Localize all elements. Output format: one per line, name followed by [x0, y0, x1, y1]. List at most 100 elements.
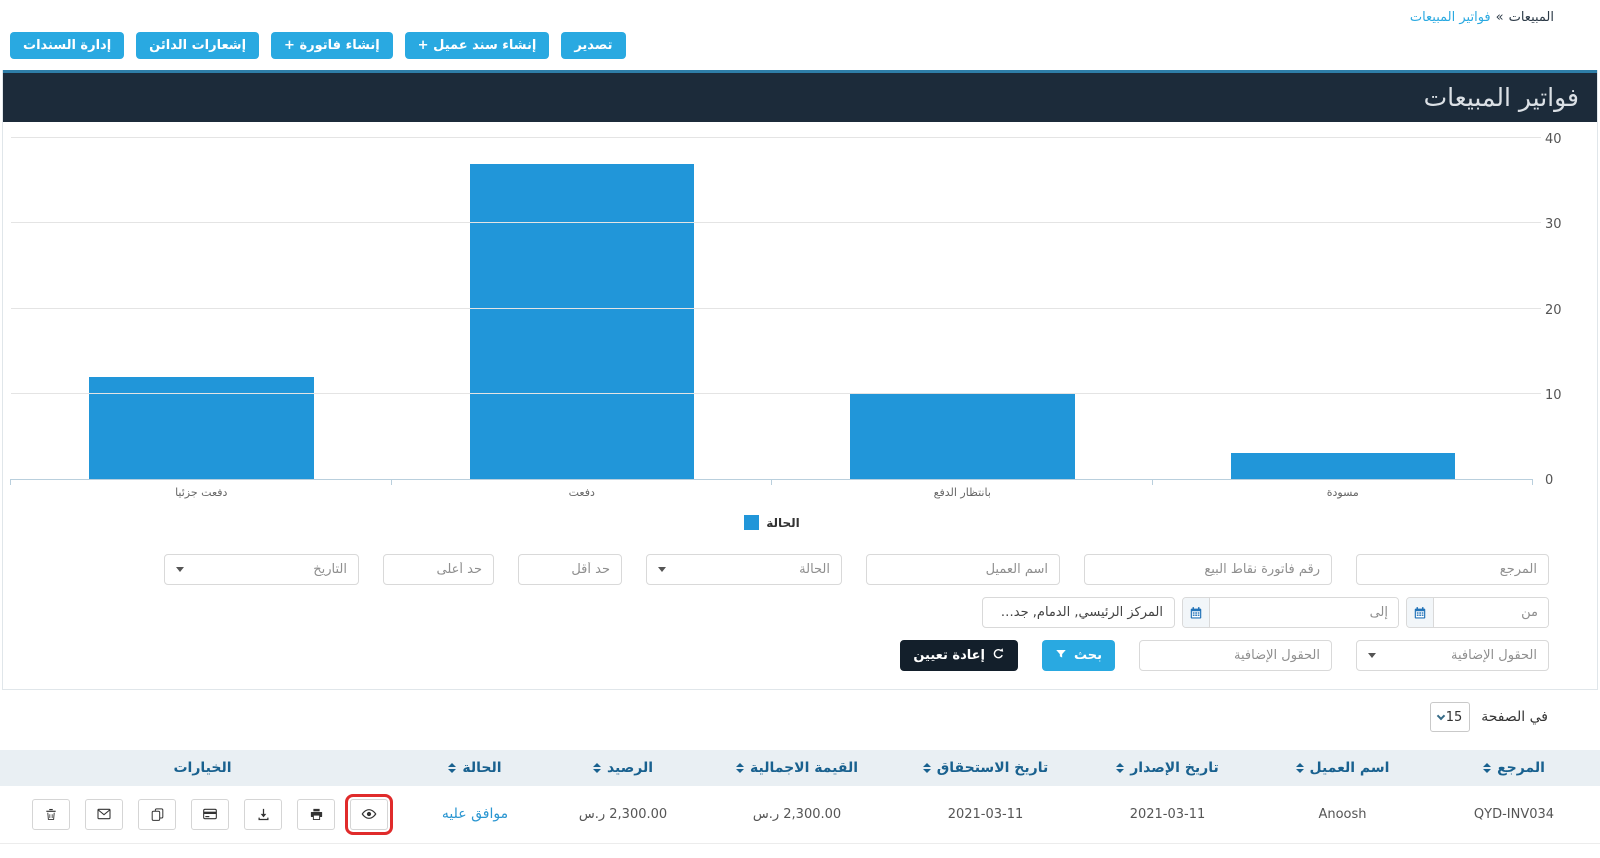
credit-card-action-button[interactable] — [191, 799, 229, 830]
branches-multiselect[interactable]: المركز الرئيسي, الدمام, جدة, أبها — [982, 597, 1175, 628]
eye-action-button[interactable] — [350, 799, 388, 830]
sort-icon — [1116, 763, 1124, 773]
manage-vouchers-button[interactable]: إدارة السندات — [10, 32, 124, 59]
main-panel: فواتير المبيعات 010203040 مسودةبانتظار ا… — [2, 70, 1598, 690]
gridline — [11, 308, 1541, 309]
per-page-select[interactable]: 15 — [1430, 702, 1470, 732]
date-type-filter-select[interactable]: التاريخ — [164, 554, 359, 585]
chart-bar-دفعت — [470, 164, 694, 479]
y-axis-label: 20 — [1545, 303, 1562, 318]
header-reference[interactable]: المرجع — [1428, 750, 1600, 786]
gridline — [11, 222, 1541, 223]
reset-button[interactable]: إعادة تعيين — [900, 640, 1018, 671]
x-axis-label: مسودة — [1153, 486, 1534, 499]
pos-invoice-number-filter-input[interactable] — [1084, 554, 1332, 585]
chart-categories: مسودةبانتظار الدفعدفعتدفعت جزئيا — [11, 486, 1533, 499]
copy-action-button[interactable] — [138, 799, 176, 830]
sort-icon — [448, 763, 456, 773]
status-link[interactable]: موافق عليه — [442, 806, 508, 822]
legend-label: الحالة — [766, 516, 800, 530]
chart-bar-بانتظار الدفع — [850, 394, 1074, 479]
filters-row-3: الحقول الإضافية بحث إعادة تعيين — [23, 640, 1549, 671]
reset-button-label: إعادة تعيين — [913, 648, 985, 663]
search-button[interactable]: بحث — [1042, 640, 1115, 671]
header-issue-date[interactable]: تاريخ الإصدار — [1078, 750, 1257, 786]
per-page-label: في الصفحة — [1481, 709, 1548, 725]
filters-section: الحالة التاريخ الم — [3, 534, 1597, 689]
customer-name-filter-input[interactable] — [866, 554, 1060, 585]
date-from-input[interactable] — [1434, 598, 1548, 627]
header-due-date[interactable]: تاريخ الاستحقاق — [893, 750, 1078, 786]
download-action-button[interactable] — [244, 799, 282, 830]
sort-icon — [736, 763, 744, 773]
calendar-icon[interactable] — [1407, 598, 1434, 627]
date-type-filter-label: التاريخ — [313, 562, 347, 577]
status-bar-chart: 010203040 مسودةبانتظار الدفعدفعتدفعت جزئ… — [3, 122, 1597, 534]
chart-bar-مسودة — [1231, 453, 1455, 479]
status-filter-label: الحالة — [799, 562, 830, 577]
date-from-group — [1406, 597, 1549, 628]
caret-down-icon — [658, 567, 666, 572]
gridline — [11, 137, 1541, 138]
date-to-input[interactable] — [1210, 598, 1398, 627]
min-limit-filter-input[interactable] — [518, 554, 622, 585]
header-balance[interactable]: الرصيد — [545, 750, 701, 786]
y-axis-label: 0 — [1545, 473, 1553, 488]
extra-fields-select-label: الحقول الإضافية — [1451, 648, 1537, 663]
x-axis-tick — [1532, 479, 1533, 485]
header-status[interactable]: الحالة — [405, 750, 545, 786]
trash-action-button[interactable] — [32, 799, 70, 830]
breadcrumb-separator: » — [1496, 10, 1504, 25]
table-header-row: المرجع اسم العميل تاريخ الإصدار تاريخ ال… — [0, 750, 1600, 786]
x-axis-tick — [391, 479, 392, 485]
printer-action-button[interactable] — [297, 799, 335, 830]
breadcrumb: المبيعات » فواتير المبيعات — [0, 0, 1600, 25]
filter-icon — [1055, 648, 1067, 664]
create-customer-voucher-button[interactable]: إنشاء سند عميل + — [405, 32, 550, 59]
per-page-row: في الصفحة 15 — [0, 690, 1600, 742]
extra-fields-input[interactable] — [1139, 640, 1332, 671]
legend-swatch-icon — [744, 515, 759, 530]
x-axis-label: دفعت — [392, 486, 773, 499]
breadcrumb-section[interactable]: المبيعات — [1509, 10, 1554, 25]
cell-balance: 2,300.00 ر.س — [545, 786, 701, 843]
page-title: فواتير المبيعات — [1424, 83, 1579, 112]
top-bar: المبيعات » فواتير المبيعات تصدير إنشاء س… — [0, 0, 1600, 70]
header-total-value[interactable]: القيمة الاجمالية — [701, 750, 893, 786]
reset-icon — [992, 647, 1005, 664]
action-buttons — [1, 799, 404, 830]
max-limit-filter-input[interactable] — [383, 554, 494, 585]
caret-down-icon — [1368, 653, 1376, 658]
chart-band — [11, 138, 392, 479]
sales-invoices-table: المرجع اسم العميل تاريخ الإصدار تاريخ ال… — [0, 750, 1600, 844]
search-button-label: بحث — [1074, 648, 1102, 663]
envelope-action-button[interactable] — [85, 799, 123, 830]
x-axis-tick — [771, 479, 772, 485]
cell-total-value: 2,300.00 ر.س — [701, 786, 893, 843]
cell-options — [0, 786, 405, 843]
page-header-band: فواتير المبيعات — [3, 70, 1597, 122]
status-filter-select[interactable]: الحالة — [646, 554, 842, 585]
cell-status: موافق عليه — [405, 786, 545, 843]
filters-row-1: الحالة التاريخ — [23, 554, 1549, 585]
calendar-icon[interactable] — [1183, 598, 1210, 627]
sort-icon — [1483, 763, 1491, 773]
chart-legend[interactable]: الحالة — [11, 515, 1533, 534]
caret-down-icon — [176, 567, 184, 572]
chevron-down-icon — [1437, 711, 1445, 719]
per-page-value: 15 — [1446, 710, 1463, 725]
extra-fields-select[interactable]: الحقول الإضافية — [1356, 640, 1549, 671]
credit-notes-button[interactable]: إشعارات الدائن — [136, 32, 259, 59]
x-axis-label: دفعت جزئيا — [11, 486, 392, 499]
y-axis-label: 40 — [1545, 132, 1562, 147]
header-customer-name[interactable]: اسم العميل — [1257, 750, 1428, 786]
export-button[interactable]: تصدير — [561, 32, 625, 59]
breadcrumb-current[interactable]: فواتير المبيعات — [1410, 10, 1491, 25]
gridline — [11, 393, 1541, 394]
reference-filter-input[interactable] — [1356, 554, 1549, 585]
x-axis-label: بانتظار الدفع — [772, 486, 1153, 499]
chart-bands — [11, 138, 1533, 479]
create-invoice-button[interactable]: إنشاء فاتورة + — [271, 32, 393, 59]
date-to-group — [1182, 597, 1399, 628]
x-axis-tick — [1152, 479, 1153, 485]
